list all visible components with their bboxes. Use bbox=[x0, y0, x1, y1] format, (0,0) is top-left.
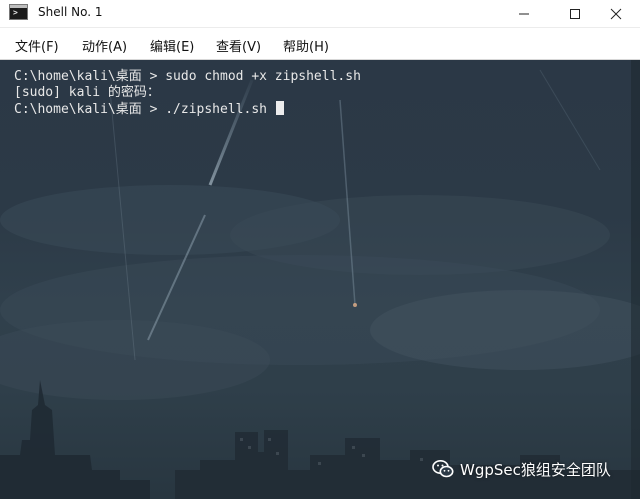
menu-help[interactable]: 帮助(H) bbox=[283, 36, 329, 55]
watermark: WgpSec狼组安全团队 bbox=[432, 458, 611, 480]
terminal-line: [sudo] kali 的密码： bbox=[14, 85, 160, 100]
menu-bar: 文件(F) 动作(A) 编辑(E) 查看(V) 帮助(H) bbox=[0, 28, 640, 60]
minimize-icon bbox=[519, 13, 529, 15]
terminal-background-image bbox=[0, 69, 640, 499]
terminal-app-icon bbox=[9, 4, 28, 20]
title-bar[interactable]: Shell No. 1 bbox=[0, 0, 640, 28]
terminal-area[interactable]: C:\home\kali\桌面 > sudo chmod +x zipshell… bbox=[0, 60, 640, 499]
terminal-output: C:\home\kali\桌面 > sudo chmod +x zipshell… bbox=[14, 69, 361, 117]
window-title: Shell No. 1 bbox=[38, 5, 103, 19]
terminal-prompt-line[interactable]: C:\home\kali\桌面 > ./zipshell.sh bbox=[14, 101, 361, 117]
maximize-icon bbox=[570, 9, 580, 19]
close-icon bbox=[610, 8, 622, 20]
terminal-window: Shell No. 1 文件(F) 动作(A) 编辑(E) 查看(V) 帮助(H… bbox=[0, 0, 640, 499]
menu-view[interactable]: 查看(V) bbox=[216, 36, 261, 55]
menu-edit[interactable]: 编辑(E) bbox=[150, 36, 194, 55]
terminal-line: C:\home\kali\桌面 > ./zipshell.sh bbox=[14, 102, 275, 117]
menu-file[interactable]: 文件(F) bbox=[15, 36, 59, 55]
close-button[interactable] bbox=[594, 0, 640, 27]
terminal-cursor bbox=[275, 101, 284, 115]
menu-action[interactable]: 动作(A) bbox=[82, 36, 127, 55]
maximize-button[interactable] bbox=[553, 0, 599, 27]
terminal-line: C:\home\kali\桌面 > sudo chmod +x zipshell… bbox=[14, 69, 361, 84]
watermark-text: WgpSec狼组安全团队 bbox=[460, 460, 611, 479]
terminal-scrollbar[interactable] bbox=[631, 60, 640, 499]
wechat-icon bbox=[432, 460, 454, 478]
minimize-button[interactable] bbox=[502, 0, 548, 27]
